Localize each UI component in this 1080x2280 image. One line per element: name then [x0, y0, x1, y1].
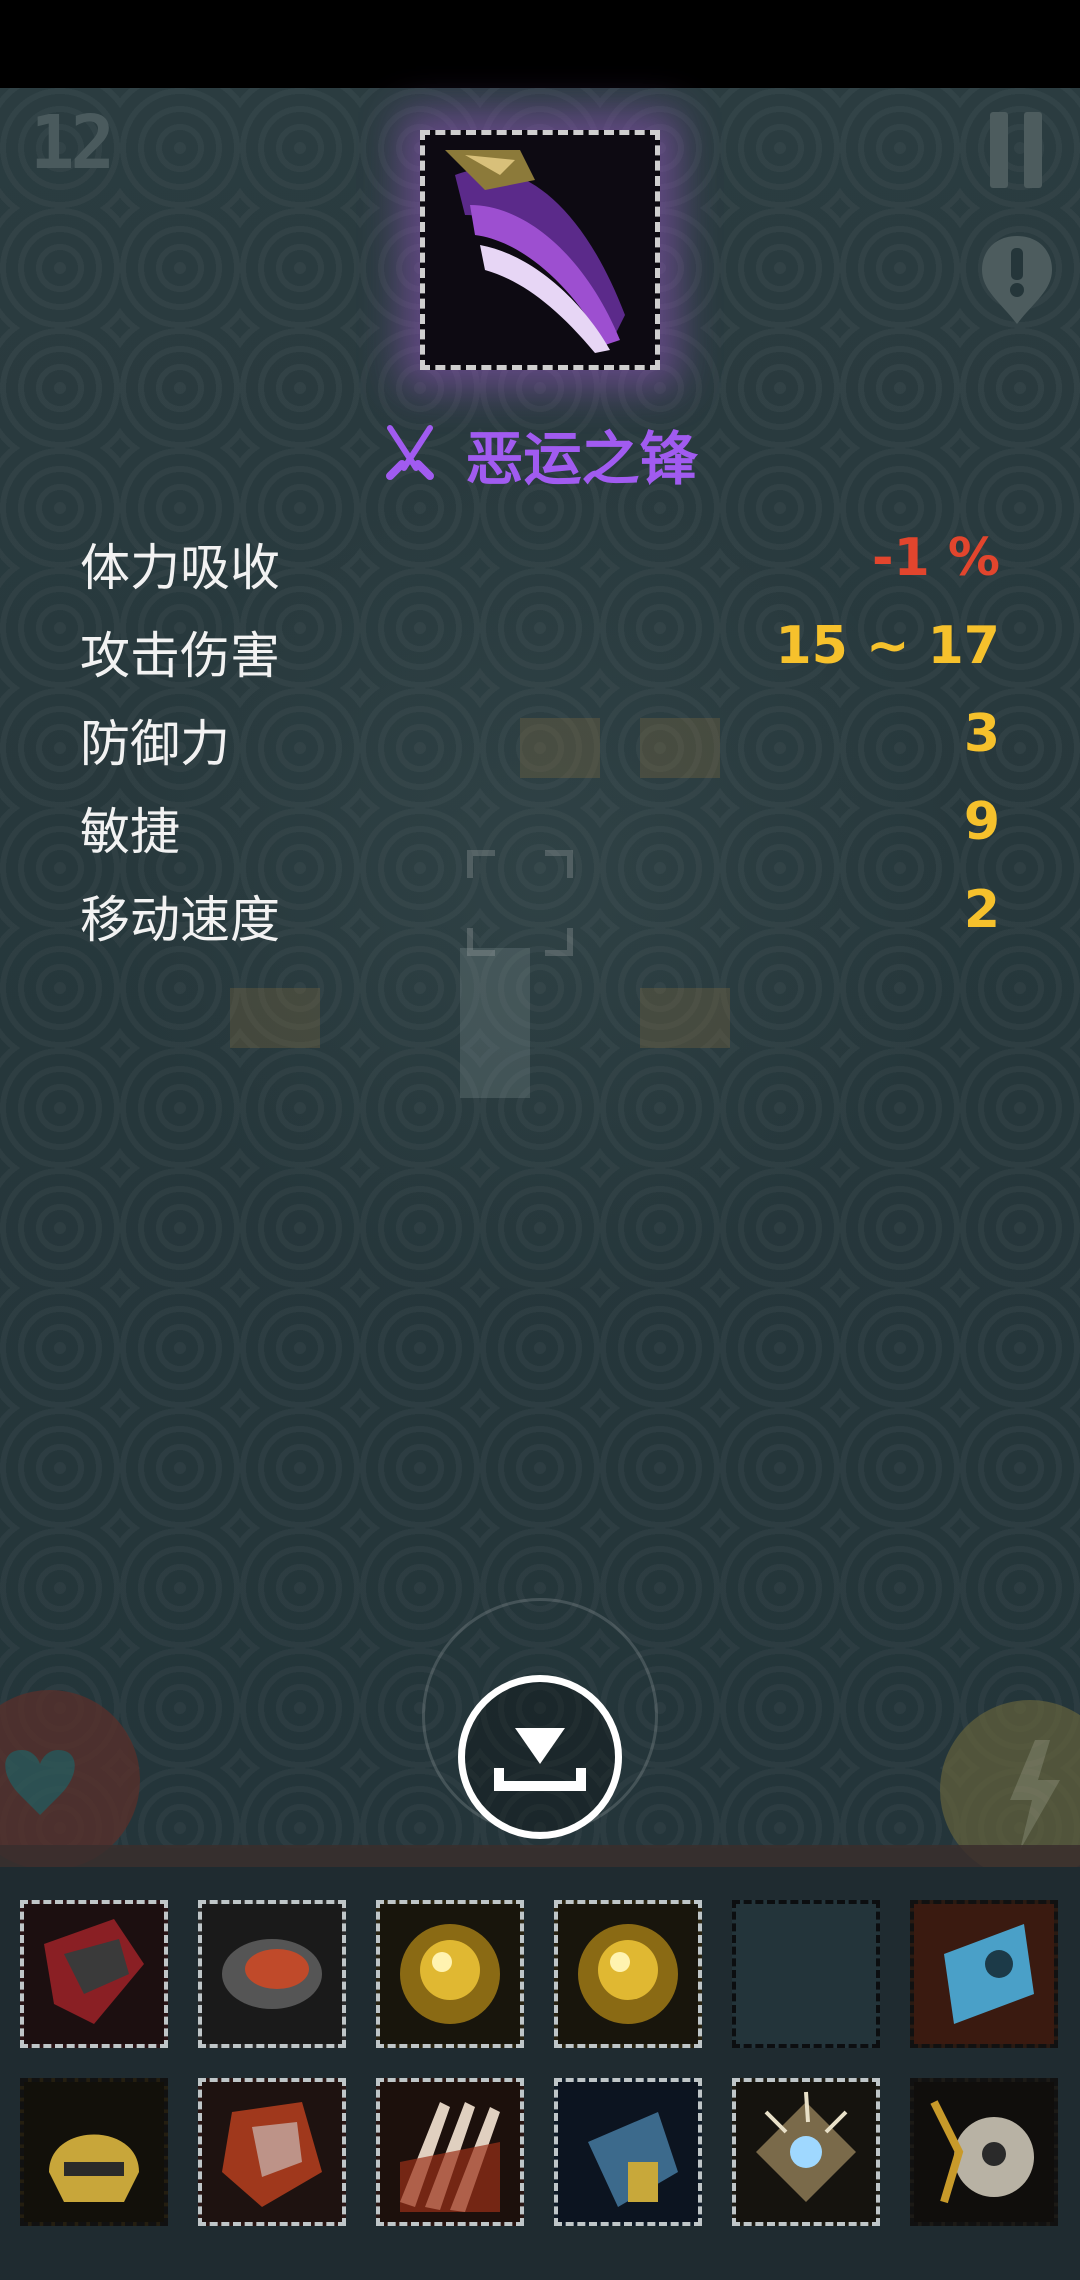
equip-button[interactable] — [458, 1675, 622, 1839]
inventory-slot-empty[interactable] — [732, 1900, 880, 2048]
dungeon-level: 12 — [30, 100, 115, 186]
item-name: 恶运之锋 — [465, 425, 698, 493]
inventory-slot[interactable] — [20, 2078, 168, 2226]
gold-amulet-icon — [380, 1904, 520, 2044]
inventory-slot[interactable] — [198, 1900, 346, 2048]
blue-scroll-icon — [914, 1904, 1054, 2044]
gold-amulet-icon — [558, 1904, 698, 2044]
stat-row-agility: 敏捷 9 — [80, 784, 1000, 872]
inventory-panel — [0, 1867, 1080, 2280]
stat-label: 体力吸收 — [80, 539, 280, 597]
red-gauntlet-icon — [202, 2082, 342, 2222]
claw-weapon-icon — [380, 2082, 520, 2222]
bracer-icon — [202, 1904, 342, 2044]
heal-button[interactable] — [0, 1690, 140, 1870]
inventory-slot[interactable] — [554, 2078, 702, 2226]
blue-glove-icon — [558, 2082, 698, 2222]
inventory-slot[interactable] — [20, 1900, 168, 2048]
skull-necklace-icon — [914, 2082, 1054, 2222]
item-portrait — [420, 130, 660, 370]
stat-label: 防御力 — [80, 715, 230, 773]
crossed-swords-icon — [386, 425, 435, 480]
stat-value: 9 — [963, 792, 1000, 852]
inventory-slot[interactable] — [376, 1900, 524, 2048]
stat-row-move-speed: 移动速度 2 — [80, 872, 1000, 960]
alert-icon[interactable] — [978, 232, 1056, 328]
gold-helmet-icon — [24, 2082, 164, 2222]
spiked-armor-icon — [736, 2082, 876, 2222]
inventory-slot[interactable] — [554, 1900, 702, 2048]
stat-row-attack-damage: 攻击伤害 15 ~ 17 — [80, 608, 1000, 696]
stat-label: 移动速度 — [80, 891, 280, 949]
stat-label: 攻击伤害 — [80, 627, 280, 685]
panel-divider — [0, 1845, 1080, 1867]
stat-row-defense: 防御力 3 — [80, 696, 1000, 784]
inventory-slot[interactable] — [376, 2078, 524, 2226]
item-title: 恶运之锋 — [0, 412, 1080, 496]
stat-value: -1 % — [872, 528, 1000, 588]
inventory-slot[interactable] — [198, 2078, 346, 2226]
stat-row-stamina-drain: 体力吸收 -1 % — [80, 520, 1000, 608]
heart-icon — [5, 1750, 75, 1815]
stat-label: 敏捷 — [80, 803, 180, 861]
inventory-slot[interactable] — [910, 1900, 1058, 2048]
stat-value: 2 — [963, 880, 1000, 940]
inventory-slot[interactable] — [910, 2078, 1058, 2226]
item-stats: 体力吸收 -1 % 攻击伤害 15 ~ 17 防御力 3 敏捷 9 移动速度 2 — [80, 520, 1000, 960]
stat-value: 15 ~ 17 — [775, 616, 1000, 676]
inventory-slot[interactable] — [732, 2078, 880, 2226]
scythe-blade-icon — [425, 135, 655, 365]
dungeon-ghost — [230, 948, 730, 1098]
status-bar — [0, 0, 1080, 88]
pause-icon[interactable] — [990, 112, 1044, 188]
equip-download-icon — [494, 1728, 586, 1791]
red-gauntlet-icon — [24, 1904, 164, 2044]
stat-value: 3 — [963, 704, 1000, 764]
